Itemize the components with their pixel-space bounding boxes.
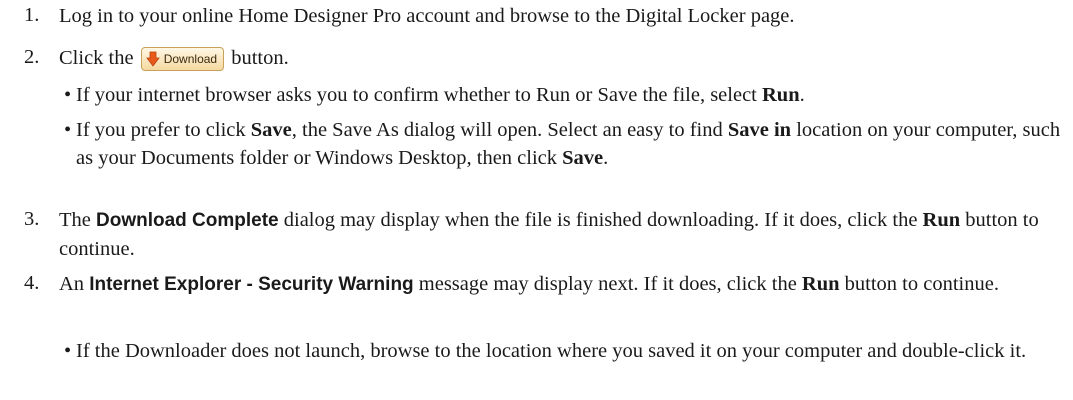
bullet-text: If the Downloader does not launch, brows…	[76, 340, 1027, 362]
step-text: An Internet Explorer - Security Warning …	[59, 273, 999, 295]
download-button-label: Download	[163, 52, 218, 66]
bullet-text: If you prefer to click Save, the Save As…	[76, 119, 1061, 169]
step-text: The Download Complete dialog may display…	[59, 209, 1039, 260]
step-number: 3.	[24, 208, 40, 230]
step-number: 4.	[24, 272, 40, 294]
bullet-glyph: •	[64, 84, 72, 106]
dialog-name: Internet Explorer - Security Warning	[89, 274, 414, 295]
step-text: Click the Download button.	[59, 44, 1065, 72]
dialog-name: Download Complete	[96, 210, 279, 231]
download-button[interactable]: Download	[140, 47, 225, 71]
download-arrow-icon	[145, 51, 161, 67]
bullet-glyph: •	[64, 340, 72, 362]
step-number: 1.	[24, 4, 40, 26]
step-number: 2.	[24, 46, 40, 68]
bullet-glyph: •	[64, 119, 72, 141]
bullet-text: If your internet browser asks you to con…	[76, 84, 805, 106]
step-text: Log in to your online Home Designer Pro …	[59, 5, 795, 27]
